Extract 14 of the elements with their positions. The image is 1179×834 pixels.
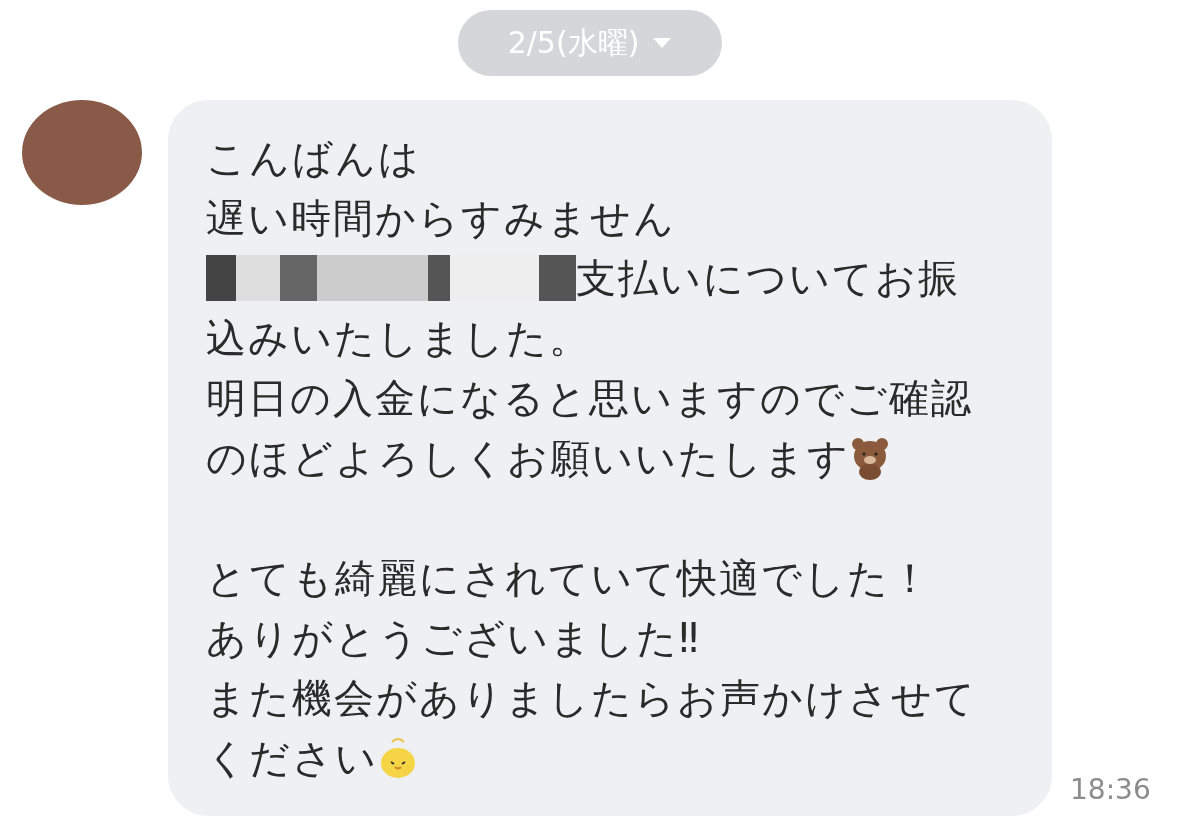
- message-text: のほどよろしくお願いいたします: [206, 433, 850, 483]
- chick-emoji-icon: [378, 736, 418, 780]
- caret-icon: [653, 38, 672, 48]
- message-text: 明日の入金になると思いますのでご確認: [206, 373, 973, 423]
- message-text: 込みいたしました。: [206, 313, 591, 363]
- message-text: ください: [206, 733, 378, 783]
- message-text: こんばんは: [206, 133, 421, 183]
- message-text: ありがとうございました‼: [206, 613, 701, 663]
- message-time: 18:36: [1070, 773, 1151, 806]
- message-text: 遅い時間からすみません: [206, 193, 676, 243]
- message-text: また機会がありましたらお声かけさせて: [206, 673, 977, 723]
- message-text: とても綺麗にされていて快適でした！: [206, 553, 932, 603]
- message-text: 支払いについてお振: [576, 253, 960, 303]
- bear-emoji-icon: [850, 436, 890, 480]
